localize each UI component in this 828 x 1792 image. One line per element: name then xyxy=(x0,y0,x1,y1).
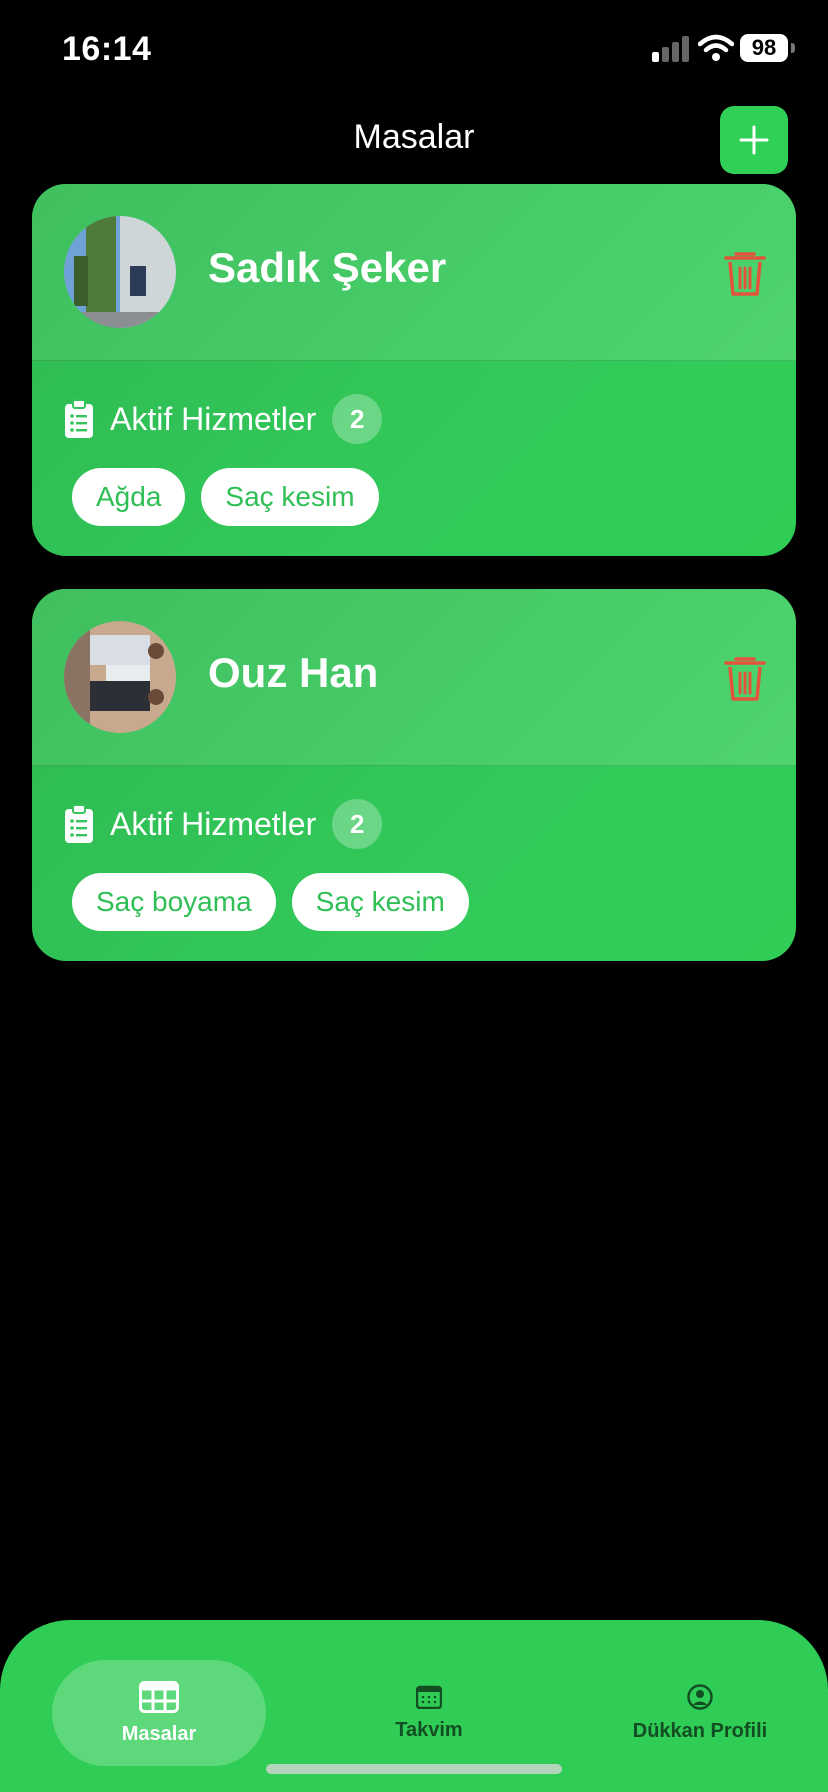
table-card[interactable]: Ouz Han Aktif Hizmetler 2 Saç boyama Saç… xyxy=(32,589,796,961)
tab-label: Masalar xyxy=(121,1722,197,1745)
service-chip[interactable]: Saç boyama xyxy=(72,873,276,931)
status-time: 16:14 xyxy=(62,30,152,68)
services-count-badge: 2 xyxy=(332,799,383,849)
add-table-button[interactable] xyxy=(720,106,788,174)
avatar xyxy=(64,216,176,328)
person-circle-icon xyxy=(687,1683,713,1710)
tab-label: Dükkan Profili xyxy=(632,1719,768,1742)
calendar-icon xyxy=(416,1685,442,1709)
table-card[interactable]: Sadık Şeker Aktif Hizmetler 2 Ağda Saç k… xyxy=(32,184,796,556)
card-header: Sadık Şeker xyxy=(32,184,796,361)
service-chip[interactable]: Saç kesim xyxy=(291,873,469,931)
trash-icon xyxy=(724,657,766,701)
table-icon xyxy=(139,1680,179,1713)
clipboard-icon xyxy=(65,804,93,843)
service-chip[interactable]: Saç kesim xyxy=(201,468,379,526)
home-indicator xyxy=(266,1764,562,1774)
tab-masalar[interactable]: Masalar xyxy=(52,1660,266,1766)
customer-name: Sadık Şeker xyxy=(208,244,447,291)
delete-button[interactable] xyxy=(722,248,768,298)
services-count-badge: 2 xyxy=(332,394,383,444)
tab-takvim[interactable]: Takvim xyxy=(322,1660,536,1766)
wifi-icon xyxy=(698,34,734,61)
customer-name: Ouz Han xyxy=(208,649,379,696)
trash-icon xyxy=(724,252,766,296)
tab-dukkan-profili[interactable]: Dükkan Profili xyxy=(593,1660,807,1766)
battery-indicator: 98 xyxy=(740,34,788,62)
plus-icon xyxy=(739,125,769,155)
tab-label: Takvim xyxy=(395,1718,463,1741)
page-title: Masalar xyxy=(353,118,475,156)
battery-tip xyxy=(791,43,795,53)
active-services-label: Aktif Hizmetler xyxy=(110,400,317,437)
delete-button[interactable] xyxy=(722,653,768,703)
active-services-row: Aktif Hizmetler 2 xyxy=(64,799,383,849)
clipboard-icon xyxy=(65,399,93,438)
service-chips: Ağda Saç kesim xyxy=(72,468,379,526)
cellular-signal-icon xyxy=(652,36,689,62)
service-chip[interactable]: Ağda xyxy=(72,468,186,526)
active-services-row: Aktif Hizmetler 2 xyxy=(64,394,383,444)
service-chips: Saç boyama Saç kesim xyxy=(72,873,469,931)
card-header: Ouz Han xyxy=(32,589,796,766)
status-bar: 16:14 98 xyxy=(0,0,828,100)
avatar xyxy=(64,621,176,733)
active-services-label: Aktif Hizmetler xyxy=(110,805,317,842)
